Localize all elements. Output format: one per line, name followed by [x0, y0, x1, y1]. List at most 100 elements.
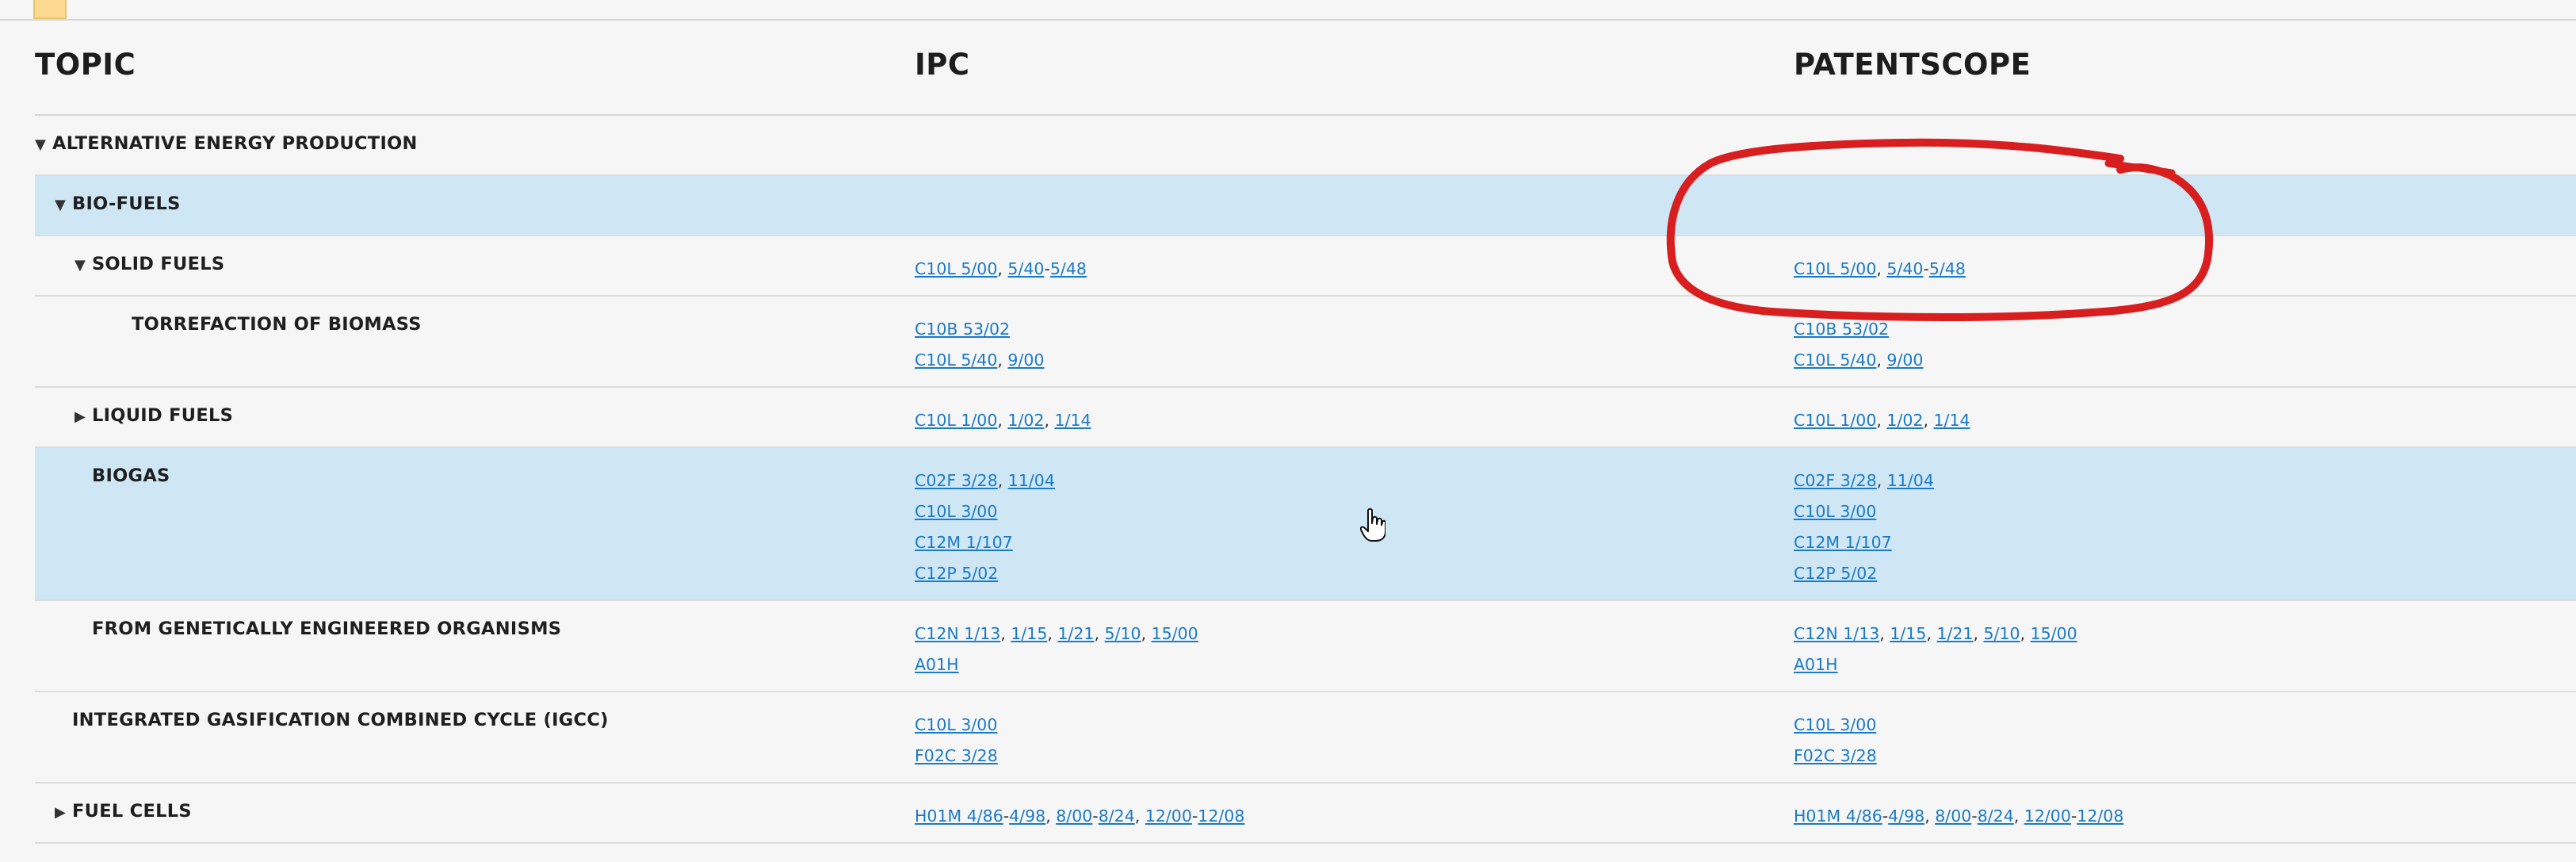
code-line: H01M 4/86-4/98, 8/00-8/24, 12/00-12/08	[1794, 801, 2123, 832]
classification-link[interactable]: 1/02	[1007, 411, 1044, 430]
classification-link[interactable]: C10B 53/02	[915, 320, 1010, 339]
patentscope-codes: C10L 1/00, 1/02, 1/14	[1794, 405, 1970, 436]
classification-link[interactable]: C12P 5/02	[915, 564, 998, 583]
classification-link[interactable]: 15/00	[2031, 624, 2077, 643]
code-separator: ,	[997, 351, 1008, 370]
ipc-codes: C10L 3/00 F02C 3/28	[915, 710, 998, 772]
row-topic: BIOGAS	[75, 465, 170, 486]
code-separator: ,	[1094, 624, 1105, 643]
classification-link[interactable]: 12/08	[2077, 806, 2123, 826]
classification-link[interactable]: 12/00	[1145, 806, 1192, 826]
row-topic-label: INTEGRATED GASIFICATION COMBINED CYCLE (…	[72, 710, 609, 730]
classification-link[interactable]: C02F 3/28	[1794, 471, 1877, 490]
header-topic: TOPIC	[35, 48, 136, 82]
classification-link[interactable]: C12N 1/13	[1794, 624, 1879, 643]
classification-link[interactable]: 1/21	[1057, 624, 1094, 643]
classification-link[interactable]: 15/00	[1152, 624, 1198, 643]
code-line: C02F 3/28, 11/04	[1794, 465, 1934, 496]
classification-link[interactable]: 9/00	[1886, 351, 1923, 370]
code-line: C12M 1/107	[1794, 527, 1934, 558]
code-line: C10L 5/40, 9/00	[1794, 345, 1923, 376]
classification-link[interactable]: F02C 3/28	[1794, 746, 1877, 765]
classification-link[interactable]: 1/15	[1011, 624, 1047, 643]
code-line: C02F 3/28, 11/04	[915, 465, 1055, 496]
classification-link[interactable]: 11/04	[1008, 471, 1055, 490]
code-separator: ,	[1926, 624, 1937, 643]
classification-link[interactable]: 1/21	[1936, 624, 1973, 643]
expanded-caret-icon[interactable]: ▼	[55, 197, 72, 213]
classification-link[interactable]: 4/98	[1009, 806, 1045, 826]
table-row[interactable]: ▶ FUEL CELLS H01M 4/86-4/98, 8/00-8/24, 12…	[35, 783, 2576, 844]
code-separator: ,	[1045, 806, 1057, 826]
code-separator: ,	[1876, 351, 1887, 370]
code-separator: ,	[1134, 806, 1145, 826]
classification-link[interactable]: C10L 5/40	[915, 351, 997, 370]
row-topic-label: BIOGAS	[92, 465, 170, 486]
expanded-caret-icon[interactable]: ▼	[35, 136, 52, 153]
classification-link[interactable]: C12M 1/107	[915, 533, 1013, 552]
classification-link[interactable]: C12N 1/13	[915, 624, 1000, 643]
code-separator: ,	[1923, 411, 1934, 430]
classification-link[interactable]: 1/14	[1055, 411, 1091, 430]
classification-link[interactable]: C02F 3/28	[915, 471, 998, 490]
code-line: C10L 5/00, 5/40-5/48	[915, 254, 1087, 285]
row-topic[interactable]: ▶ FUEL CELLS	[55, 801, 192, 822]
table-row[interactable]: FROM GENETICALLY ENGINEERED ORGANISMS C12…	[35, 601, 2576, 692]
header-patentscope: PATENTSCOPE	[1794, 48, 2031, 82]
classification-link[interactable]: 1/02	[1886, 411, 1923, 430]
classification-link[interactable]: 8/24	[1978, 806, 2014, 826]
classification-link[interactable]: C10L 3/00	[1794, 715, 1876, 734]
classification-link[interactable]: 12/08	[1198, 806, 1244, 826]
classification-link[interactable]: C12P 5/02	[1794, 564, 1877, 583]
collapsed-caret-icon[interactable]: ▶	[75, 408, 92, 425]
row-topic[interactable]: ▼ ALTERNATIVE ENERGY PRODUCTION	[35, 133, 418, 154]
code-line: A01H	[915, 649, 1198, 680]
code-line: C10L 3/00	[1794, 496, 1934, 527]
classification-link[interactable]: H01M 4/86	[915, 806, 1003, 826]
hand-pointer-cursor-icon	[1360, 508, 1385, 542]
expanded-caret-icon[interactable]: ▼	[75, 257, 92, 274]
classification-link[interactable]: 9/00	[1007, 351, 1044, 370]
table-row[interactable]: INTEGRATED GASIFICATION COMBINED CYCLE (…	[35, 692, 2576, 783]
classification-link[interactable]: 5/10	[1984, 624, 2020, 643]
classification-link[interactable]: A01H	[915, 655, 959, 674]
classification-link[interactable]: 1/15	[1890, 624, 1926, 643]
classification-link[interactable]: 8/24	[1099, 806, 1135, 826]
classification-link[interactable]: 1/14	[1934, 411, 1970, 430]
classification-link[interactable]: H01M 4/86	[1794, 806, 1882, 826]
classification-link[interactable]: C10L 3/00	[915, 502, 997, 521]
code-line: F02C 3/28	[915, 741, 998, 772]
code-separator: ,	[1973, 624, 1984, 643]
classification-link[interactable]: 8/00	[1935, 806, 1971, 826]
classification-link[interactable]: C10L 3/00	[1794, 502, 1876, 521]
classification-link[interactable]: C10L 5/40	[1794, 351, 1876, 370]
code-separator: ,	[997, 411, 1008, 430]
row-topic-label: FUEL CELLS	[72, 801, 192, 822]
classification-link[interactable]: C10L 5/00	[915, 259, 997, 278]
classification-link[interactable]: 8/00	[1056, 806, 1092, 826]
row-topic[interactable]: ▶ LIQUID FUELS	[75, 405, 233, 426]
code-line: C12M 1/107	[915, 527, 1055, 558]
row-topic[interactable]: ▼ SOLID FUELS	[75, 254, 224, 274]
classification-link[interactable]: F02C 3/28	[915, 746, 998, 765]
classification-link[interactable]: C10L 1/00	[1794, 411, 1876, 430]
classification-link[interactable]: 12/00	[2024, 806, 2071, 826]
row-topic[interactable]: ▼ BIO-FUELS	[55, 193, 181, 214]
row-topic-label: LIQUID FUELS	[92, 405, 234, 426]
code-separator: ,	[1000, 624, 1011, 643]
classification-link[interactable]: C12M 1/107	[1794, 533, 1892, 552]
classification-link[interactable]: 4/98	[1888, 806, 1924, 826]
classification-link[interactable]: 5/48	[1050, 259, 1087, 278]
classification-link[interactable]: C10L 3/00	[915, 715, 997, 734]
classification-link[interactable]: 5/40	[1007, 259, 1044, 278]
classification-link[interactable]: A01H	[1794, 655, 1838, 674]
patentscope-codes: C10L 3/00 F02C 3/28	[1794, 710, 1877, 772]
classification-link[interactable]: 5/10	[1105, 624, 1141, 643]
classification-link[interactable]: 11/04	[1887, 471, 1934, 490]
collapsed-caret-icon[interactable]: ▶	[55, 804, 72, 821]
code-separator: ,	[1879, 624, 1890, 643]
classification-link[interactable]: C10L 1/00	[915, 411, 997, 430]
table-row[interactable]: BIOGAS C02F 3/28, 11/04 C10L 3/00 C12M 1/10…	[35, 448, 2576, 601]
code-separator: ,	[1924, 806, 1936, 826]
table-row[interactable]: ▶ LIQUID FUELS C10L 1/00, 1/02, 1/14 C10L 1…	[35, 388, 2576, 448]
